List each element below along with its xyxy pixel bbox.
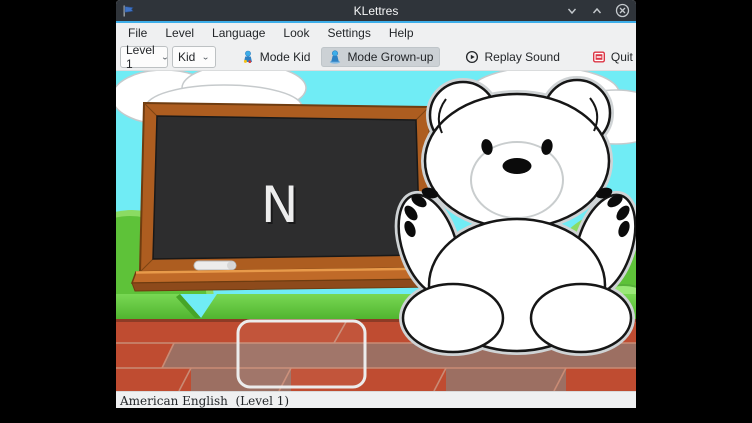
chevron-down-icon: ⌄	[201, 53, 209, 62]
quit-button[interactable]: Quit	[585, 47, 636, 67]
blackboard: N N	[132, 103, 441, 291]
mode-grownup-button[interactable]: Mode Grown-up	[321, 47, 440, 67]
window-title: KLettres	[116, 4, 636, 18]
chevron-down-icon: ⌄	[161, 53, 169, 62]
status-text: American English (Level 1)	[120, 394, 289, 408]
mode-kid-button[interactable]: Mode Kid	[234, 47, 318, 67]
statusbar: American English (Level 1)	[116, 391, 636, 408]
exit-icon	[592, 50, 606, 64]
menu-item-settings[interactable]: Settings	[318, 23, 379, 44]
grownup-icon	[328, 50, 342, 64]
menu-item-look[interactable]: Look	[274, 23, 318, 44]
scene: N N	[116, 71, 636, 391]
menubar: File Level Language Look Settings Help	[116, 23, 636, 44]
play-circle-icon	[465, 50, 479, 64]
menu-item-file[interactable]: File	[119, 23, 156, 44]
theme-select-value: Kid	[178, 50, 195, 64]
quit-label: Quit	[611, 50, 633, 64]
toolbar: Level 1 ⌄ Kid ⌄ Mode Kid Mode Grown-up	[116, 44, 636, 71]
replay-sound-label: Replay Sound	[484, 50, 559, 64]
klettres-window: KLettres File Level Language Look Settin…	[116, 0, 636, 408]
kid-icon	[241, 50, 255, 64]
minimize-button[interactable]	[564, 3, 580, 19]
theme-select[interactable]: Kid ⌄	[172, 46, 216, 68]
board-letter: N	[261, 176, 298, 234]
menu-item-level[interactable]: Level	[156, 23, 203, 44]
mode-kid-label: Mode Kid	[260, 50, 311, 64]
level-select-value: Level 1	[126, 43, 155, 71]
replay-sound-button[interactable]: Replay Sound	[458, 47, 566, 67]
titlebar: KLettres	[116, 0, 636, 23]
maximize-button[interactable]	[589, 3, 605, 19]
mode-grownup-label: Mode Grown-up	[347, 50, 433, 64]
close-button[interactable]	[614, 3, 630, 19]
answer-input[interactable]	[238, 321, 365, 387]
menu-item-help[interactable]: Help	[380, 23, 423, 44]
menu-item-language[interactable]: Language	[203, 23, 274, 44]
level-select[interactable]: Level 1 ⌄	[120, 46, 168, 68]
